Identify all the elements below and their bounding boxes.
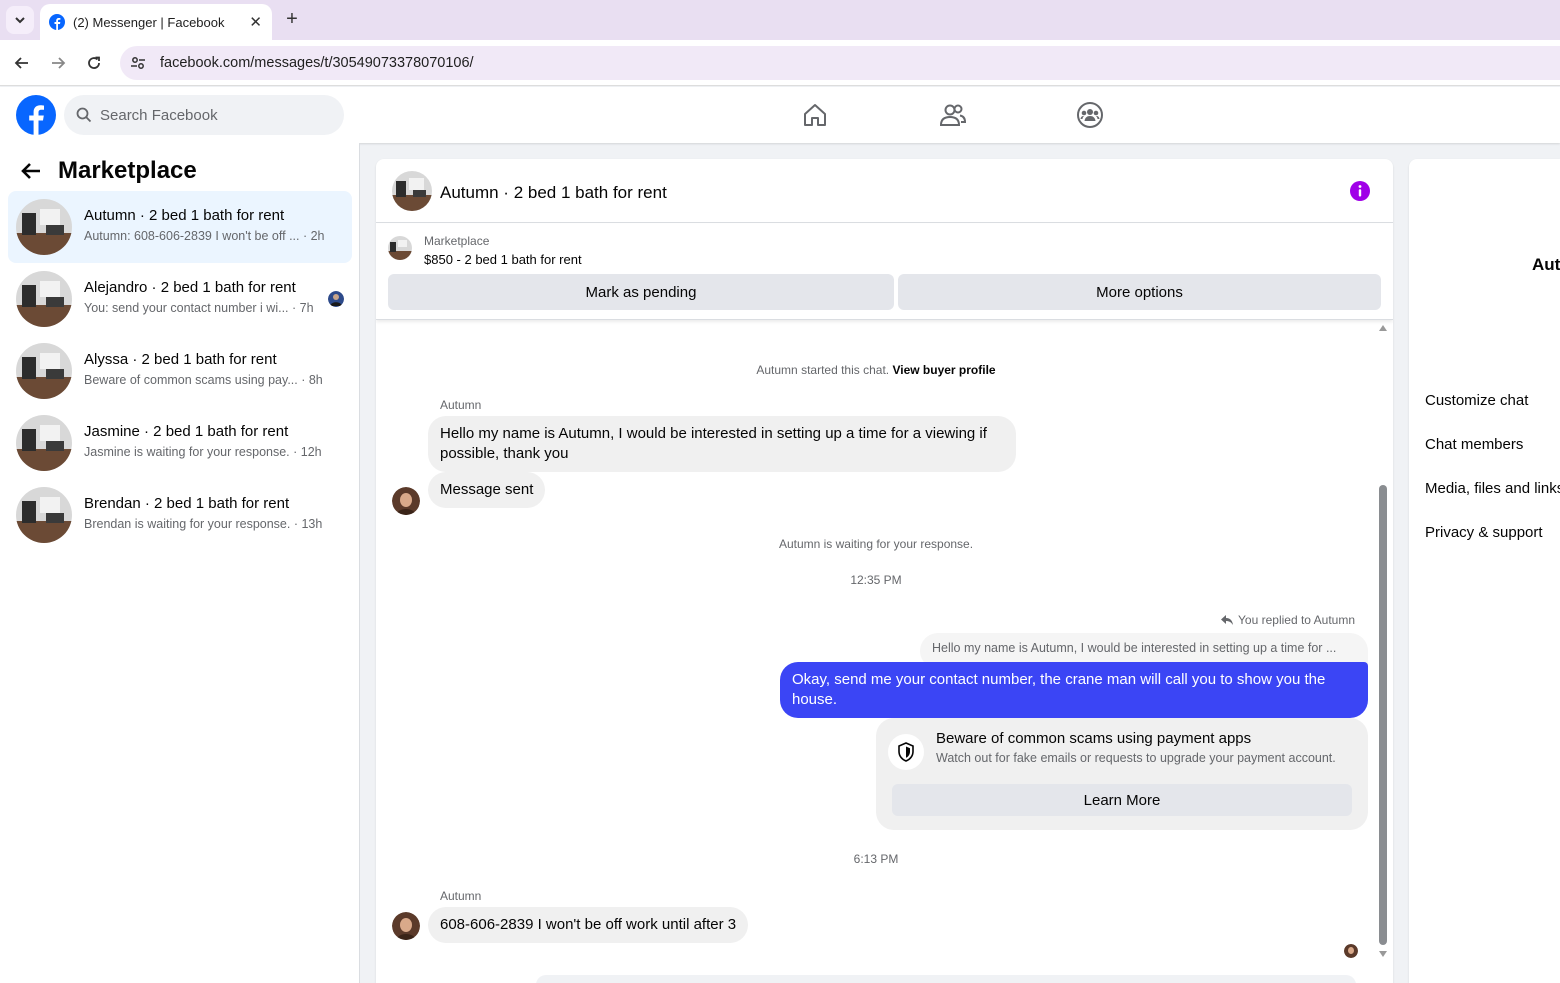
media-files-links-item[interactable]: Media, files and links [1425,480,1560,497]
home-icon[interactable] [801,101,829,129]
outgoing-message[interactable]: Okay, send me your contact number, the c… [780,662,1368,718]
timestamp: 6:13 PM [853,852,899,866]
facebook-logo-icon[interactable] [16,95,56,135]
chat-panel: Autumn · 2 bed 1 bath for rent Marketpla… [376,159,1393,983]
conversation-name: Alejandro · 2 bed 1 bath for rent [84,279,296,296]
scam-warning-text: Watch out for fake emails or requests to… [936,751,1336,765]
sender-avatar[interactable] [392,487,420,515]
listing-thumbnail [16,271,72,327]
conversation-item-alejandro[interactable]: Alejandro · 2 bed 1 bath for rent You: s… [8,263,352,335]
mark-as-pending-button[interactable]: Mark as pending [388,274,894,310]
groups-icon[interactable] [1076,101,1104,129]
conversation-name: Jasmine · 2 bed 1 bath for rent [84,423,289,440]
conversation-preview: Autumn: 608-606-2839 I won't be off ... … [84,229,325,243]
sidebar-title: Marketplace [58,157,197,184]
sender-name: Autumn [440,398,482,412]
info-icon[interactable] [1350,181,1370,201]
sidebar-header: Marketplace [20,157,197,185]
seen-avatar [328,291,344,307]
listing-thumbnail [16,487,72,543]
scam-warning-title: Beware of common scams using payment app… [936,730,1252,747]
tab-title: (2) Messenger | Facebook [73,14,225,30]
read-receipt-avatar [1344,944,1358,958]
sender-avatar[interactable] [392,912,420,940]
reply-note: You replied to Autumn [1221,613,1355,627]
conversation-item-jasmine[interactable]: Jasmine · 2 bed 1 bath for rent Jasmine … [8,407,352,479]
conversation-preview: Jasmine is waiting for your response. · … [84,445,322,459]
scroll-up-arrow-icon[interactable] [1379,325,1387,331]
reply-icon [1221,615,1234,625]
facebook-favicon-icon [49,14,65,30]
waiting-notice: Autumn is waiting for your response. [778,537,974,551]
conversation-name: Brendan · 2 bed 1 bath for rent [84,495,290,512]
search-box[interactable] [64,95,344,135]
listing-thumbnail[interactable] [388,236,412,260]
chat-info-panel: Aut Customize chat Chat members Media, f… [1409,159,1560,983]
customize-chat-item[interactable]: Customize chat [1425,392,1528,409]
listing-thumbnail [16,199,72,255]
reply-note-text: You replied to Autumn [1238,613,1355,627]
friends-icon[interactable] [939,101,967,129]
address-bar: facebook.com/messages/t/3054907337807010… [0,40,1560,86]
conversation-name: Autumn · 2 bed 1 bath for rent [84,207,285,224]
chat-started-text: Autumn started this chat. [756,363,890,377]
scroll-thumb[interactable] [1379,485,1387,945]
tab-search-button[interactable] [6,6,34,34]
sender-name: Autumn [440,889,482,903]
url-text: facebook.com/messages/t/3054907337807010… [160,55,474,71]
message-scrollbar[interactable] [1378,321,1388,961]
learn-more-button[interactable]: Learn More [892,784,1352,816]
reload-icon [88,56,100,69]
facebook-header [0,87,1560,143]
chevron-down-icon [15,17,25,24]
conversation-preview: You: send your contact number i wi... · … [84,301,314,315]
forward-button[interactable] [46,51,70,75]
conversation-preview: Brendan is waiting for your response. · … [84,517,323,531]
info-panel-name: Aut [1532,255,1560,274]
browser-tab[interactable]: (2) Messenger | Facebook ✕ [40,4,272,40]
chat-started-notice: Autumn started this chat. View buyer pro… [376,363,1376,377]
listing-banner: Marketplace $850 - 2 bed 1 bath for rent… [376,224,1393,320]
arrow-right-icon [52,57,66,69]
arrow-left-icon [14,57,28,69]
conversation-item-brendan[interactable]: Brendan · 2 bed 1 bath for rent Brendan … [8,479,352,551]
scroll-down-arrow-icon[interactable] [1379,951,1387,957]
view-buyer-profile-link[interactable]: View buyer profile [892,363,995,377]
marketplace-sidebar: Marketplace Autumn · 2 bed 1 bath for re… [0,143,360,983]
message-list: Autumn started this chat. View buyer pro… [376,321,1393,983]
search-input[interactable] [100,106,320,124]
listing-label: Marketplace [424,234,490,248]
conversation-item-autumn[interactable]: Autumn · 2 bed 1 bath for rent Autumn: 6… [8,191,352,263]
shield-icon [888,734,924,770]
new-tab-button[interactable]: + [280,8,304,32]
conversation-name: Alyssa · 2 bed 1 bath for rent [84,351,277,368]
scam-warning-card: Beware of common scams using payment app… [876,718,1368,830]
chat-header: Autumn · 2 bed 1 bath for rent [376,159,1393,223]
conversation-item-alyssa[interactable]: Alyssa · 2 bed 1 bath for rent Beware of… [8,335,352,407]
incoming-message[interactable]: Message sent [428,472,546,508]
listing-thumbnail [16,415,72,471]
listing-thumbnail [16,343,72,399]
browser-tabbar: (2) Messenger | Facebook ✕ + [0,0,1560,40]
tab-close-icon[interactable]: ✕ [249,13,262,31]
conversation-preview: Beware of common scams using pay... · 8h [84,373,323,387]
chat-title[interactable]: Autumn · 2 bed 1 bath for rent [440,183,667,203]
back-arrow-icon[interactable] [20,160,42,182]
chat-avatar[interactable] [392,171,432,211]
composer-bar[interactable] [536,975,1356,983]
timestamp: 12:35 PM [850,573,902,587]
reload-button[interactable] [82,51,106,75]
listing-price[interactable]: $850 - 2 bed 1 bath for rent [424,252,582,267]
url-field[interactable]: facebook.com/messages/t/3054907337807010… [120,46,1560,80]
back-button[interactable] [10,51,34,75]
search-icon [76,107,92,123]
chat-members-item[interactable]: Chat members [1425,436,1523,453]
incoming-message[interactable]: 608-606-2839 I won't be off work until a… [428,907,749,943]
privacy-support-item[interactable]: Privacy & support [1425,524,1543,541]
incoming-message[interactable]: Hello my name is Autumn, I would be inte… [428,416,1016,472]
site-settings-icon[interactable] [130,55,146,71]
more-options-button[interactable]: More options [898,274,1381,310]
